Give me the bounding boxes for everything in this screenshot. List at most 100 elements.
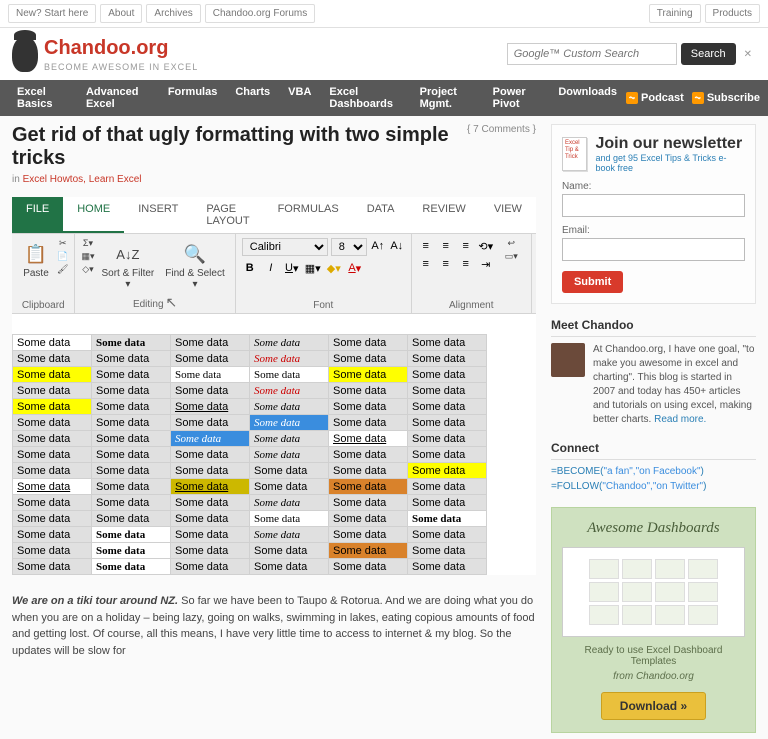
cell[interactable]: Some data: [250, 511, 329, 527]
orientation-icon[interactable]: ⟲▾: [478, 238, 494, 254]
font-color-button[interactable]: A▾: [347, 260, 363, 276]
download-button[interactable]: Download »: [601, 692, 706, 720]
format-painter-icon[interactable]: 🖌: [57, 264, 68, 275]
cell[interactable]: Some data: [92, 527, 171, 543]
cell[interactable]: Some data: [13, 543, 92, 559]
cell[interactable]: Some data: [408, 399, 487, 415]
main-nav-link[interactable]: Downloads: [549, 80, 626, 116]
cell[interactable]: Some data: [408, 527, 487, 543]
fill-color-button[interactable]: ◆▾: [326, 260, 342, 276]
main-nav-link[interactable]: Excel Dashboards: [320, 80, 410, 116]
cut-icon[interactable]: ✂: [59, 238, 67, 249]
cell[interactable]: Some data: [329, 415, 408, 431]
ribbon-tab-page-layout[interactable]: PAGE LAYOUT: [192, 197, 263, 233]
cell[interactable]: Some data: [329, 495, 408, 511]
main-nav-link[interactable]: Power Pivot: [484, 80, 550, 116]
top-nav-link[interactable]: Products: [705, 4, 760, 23]
ribbon-tab-review[interactable]: REVIEW: [408, 197, 479, 233]
top-nav-link[interactable]: Training: [649, 4, 701, 23]
bold-button[interactable]: B: [242, 260, 258, 276]
decrease-font-icon[interactable]: A↓: [389, 238, 405, 254]
cell[interactable]: Some data: [250, 447, 329, 463]
ribbon-tab-data[interactable]: DATA: [353, 197, 409, 233]
cell[interactable]: Some data: [250, 495, 329, 511]
cell[interactable]: Some data: [250, 415, 329, 431]
cell[interactable]: Some data: [250, 431, 329, 447]
cell[interactable]: Some data: [408, 479, 487, 495]
cell[interactable]: Some data: [13, 335, 92, 351]
top-nav-link[interactable]: Chandoo.org Forums: [205, 4, 316, 23]
cell[interactable]: Some data: [13, 383, 92, 399]
cell[interactable]: Some data: [329, 351, 408, 367]
site-logo[interactable]: Chandoo.org BECOME AWESOME IN EXCEL: [12, 36, 198, 72]
cell[interactable]: Some data: [13, 559, 92, 575]
read-more-link[interactable]: Read more.: [654, 414, 706, 425]
autosum-icon[interactable]: Σ▾: [83, 238, 93, 249]
clear-icon[interactable]: ◇▾: [82, 264, 93, 275]
cell[interactable]: Some data: [408, 559, 487, 575]
indent-icon[interactable]: ⇥: [478, 256, 494, 272]
submit-button[interactable]: Submit: [562, 271, 623, 293]
cell[interactable]: Some data: [171, 351, 250, 367]
cell[interactable]: Some data: [13, 463, 92, 479]
cell[interactable]: Some data: [171, 431, 250, 447]
cell[interactable]: Some data: [171, 415, 250, 431]
close-icon[interactable]: ✕: [740, 49, 756, 60]
italic-button[interactable]: I: [263, 260, 279, 276]
main-nav-link[interactable]: Formulas: [159, 80, 227, 116]
cell[interactable]: Some data: [13, 511, 92, 527]
top-nav-link[interactable]: New? Start here: [8, 4, 96, 23]
cell[interactable]: Some data: [250, 559, 329, 575]
facebook-link[interactable]: =BECOME("a fan","on Facebook"): [551, 466, 756, 478]
align-mid-icon[interactable]: ≡: [438, 238, 454, 254]
cell[interactable]: Some data: [92, 463, 171, 479]
cell[interactable]: Some data: [13, 367, 92, 383]
cell[interactable]: Some data: [92, 479, 171, 495]
cell[interactable]: Some data: [250, 335, 329, 351]
main-nav-link[interactable]: Charts: [226, 80, 279, 116]
cell[interactable]: Some data: [408, 335, 487, 351]
cell[interactable]: Some data: [250, 367, 329, 383]
cell[interactable]: Some data: [329, 447, 408, 463]
cell[interactable]: Some data: [408, 463, 487, 479]
search-input[interactable]: [507, 43, 677, 65]
spreadsheet-grid[interactable]: Some dataSome dataSome dataSome dataSome…: [12, 334, 487, 575]
cell[interactable]: Some data: [13, 527, 92, 543]
cell[interactable]: Some data: [171, 367, 250, 383]
cell[interactable]: Some data: [171, 527, 250, 543]
fill-icon[interactable]: ▦▾: [81, 251, 94, 262]
cell[interactable]: Some data: [92, 447, 171, 463]
cell[interactable]: Some data: [250, 383, 329, 399]
cell[interactable]: Some data: [171, 447, 250, 463]
cell[interactable]: Some data: [250, 527, 329, 543]
cell[interactable]: Some data: [250, 351, 329, 367]
cell[interactable]: Some data: [329, 543, 408, 559]
email-field[interactable]: [562, 238, 745, 261]
ribbon-tab-view[interactable]: VIEW: [480, 197, 536, 233]
cell[interactable]: Some data: [171, 559, 250, 575]
cell[interactable]: Some data: [92, 367, 171, 383]
cell[interactable]: Some data: [408, 383, 487, 399]
cell[interactable]: Some data: [171, 463, 250, 479]
align-right-icon[interactable]: ≡: [458, 256, 474, 272]
ribbon-tab-file[interactable]: FILE: [12, 197, 63, 233]
cell[interactable]: Some data: [408, 415, 487, 431]
align-center-icon[interactable]: ≡: [438, 256, 454, 272]
cell[interactable]: Some data: [13, 447, 92, 463]
cell[interactable]: Some data: [92, 383, 171, 399]
font-size-select[interactable]: 8: [331, 238, 367, 256]
cell[interactable]: Some data: [171, 495, 250, 511]
cell[interactable]: Some data: [329, 559, 408, 575]
cell[interactable]: Some data: [13, 495, 92, 511]
cell[interactable]: Some data: [13, 351, 92, 367]
cell[interactable]: Some data: [13, 431, 92, 447]
cell[interactable]: Some data: [329, 527, 408, 543]
cell[interactable]: Some data: [13, 479, 92, 495]
cell[interactable]: Some data: [92, 511, 171, 527]
cell[interactable]: Some data: [329, 431, 408, 447]
cell[interactable]: Some data: [13, 415, 92, 431]
cell[interactable]: Some data: [408, 511, 487, 527]
cell[interactable]: Some data: [329, 367, 408, 383]
underline-button[interactable]: U▾: [284, 260, 300, 276]
cell[interactable]: Some data: [171, 543, 250, 559]
